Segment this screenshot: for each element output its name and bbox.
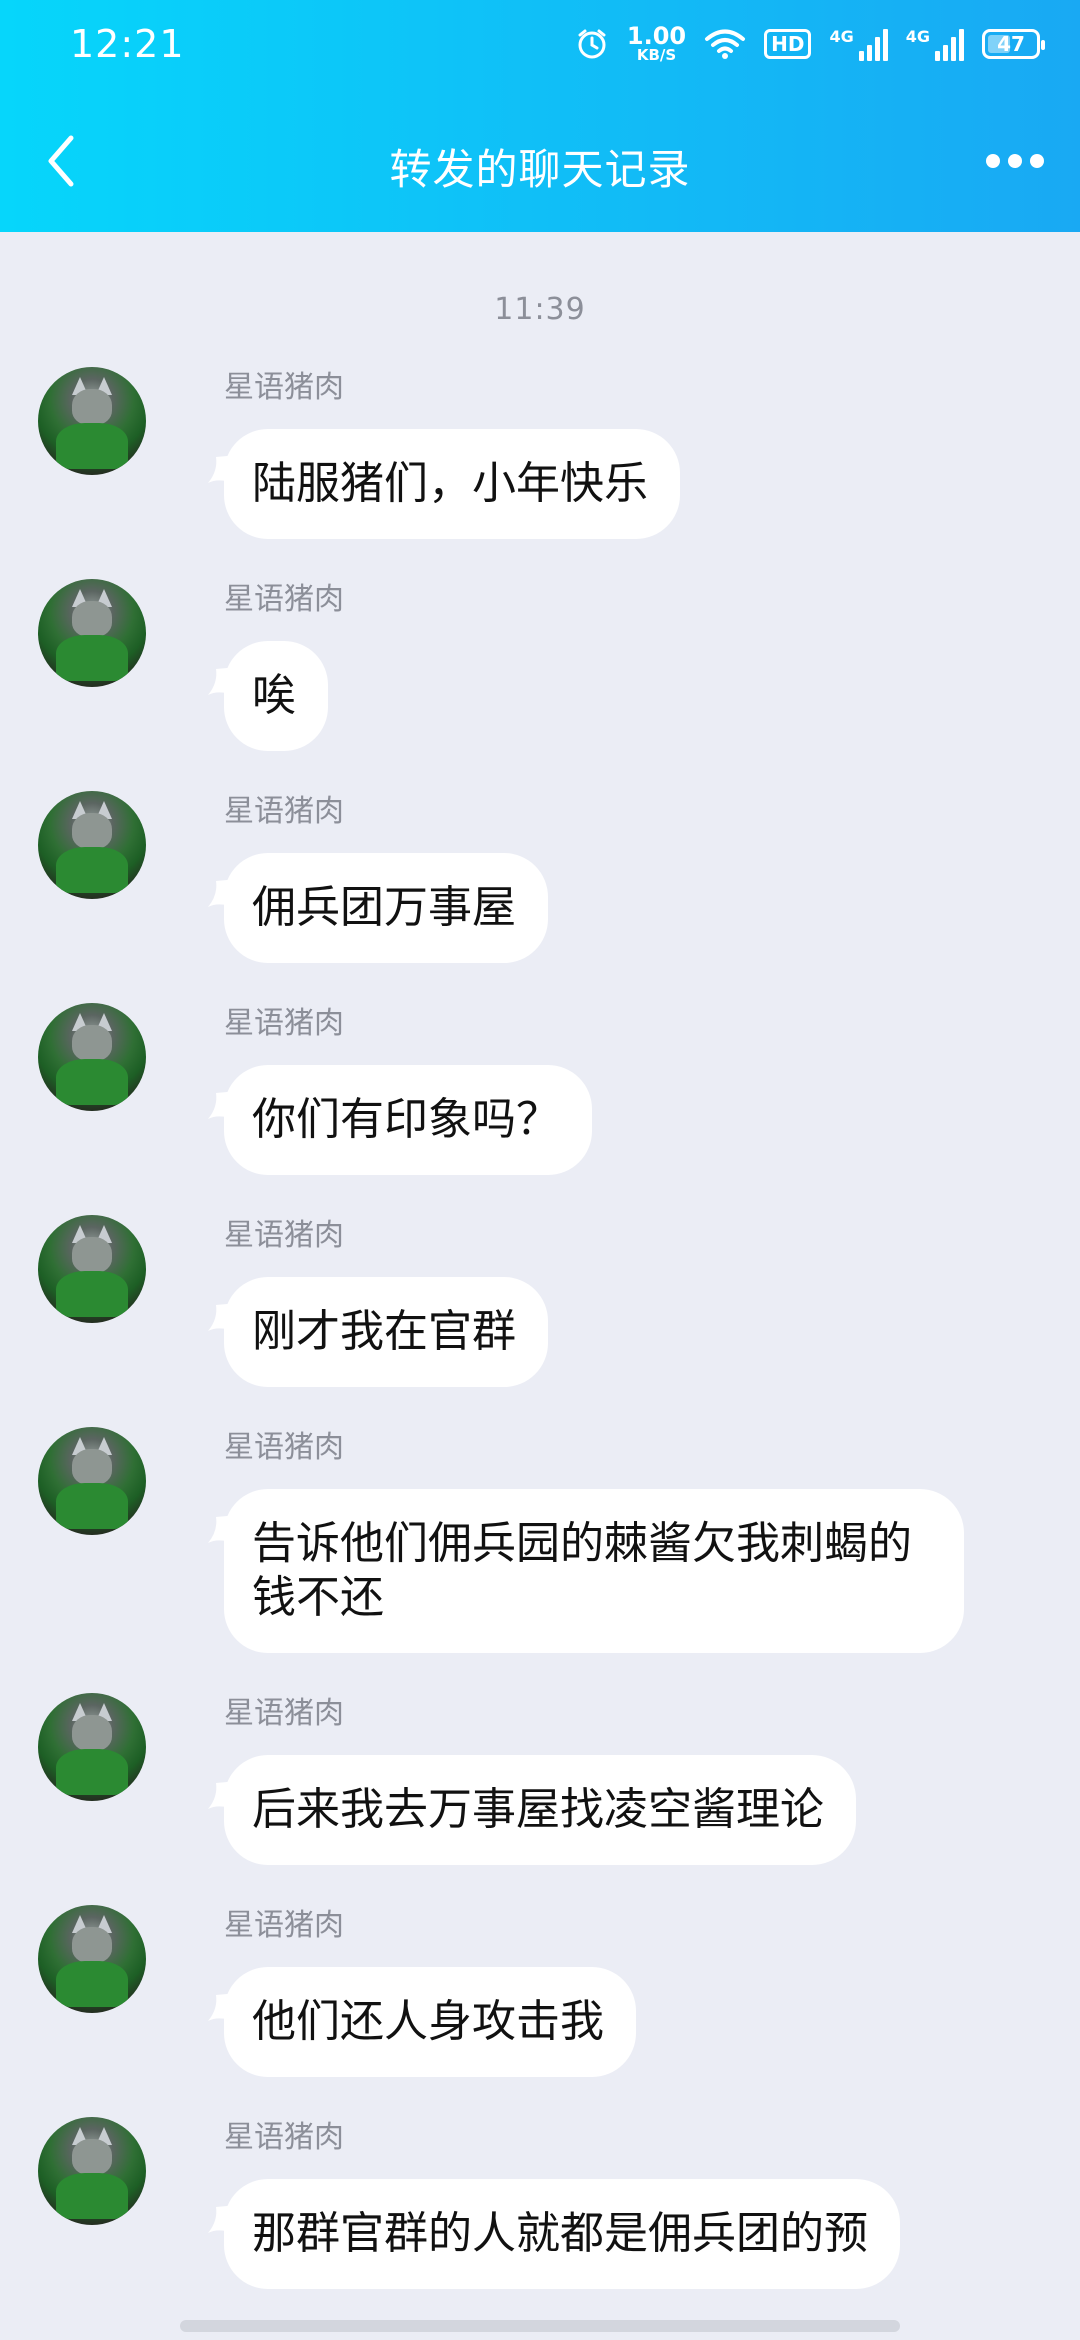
message-body: 星语猪肉 他们还人身攻击我 (208, 1905, 636, 2077)
sender-name: 星语猪肉 (224, 1430, 344, 1465)
signal-label: 4G (905, 26, 930, 46)
message-body: 星语猪肉 陆服猪们，小年快乐 (208, 367, 680, 539)
sender-name: 星语猪肉 (224, 370, 344, 405)
message-body: 星语猪肉 刚才我在官群 (208, 1215, 548, 1387)
net-speed-value: 1.00 (626, 22, 687, 50)
sender-name: 星语猪肉 (224, 1218, 344, 1253)
avatar[interactable] (38, 2117, 146, 2225)
status-bar: 12:21 1.00 KB/S HD 4G 4G 47 (0, 0, 1080, 96)
signal-icon: 4G (829, 26, 888, 61)
avatar[interactable] (38, 791, 146, 899)
message-item: 星语猪肉 后来我去万事屋找凌空酱理论 (0, 1693, 1080, 1865)
message-item: 星语猪肉 唉 (0, 579, 1080, 751)
message-item: 星语猪肉 那群官群的人就都是佣兵团的预 (0, 2117, 1080, 2289)
message-body: 星语猪肉 唉 (208, 579, 344, 751)
message-body: 星语猪肉 你们有印象吗？ (208, 1003, 592, 1175)
header: 12:21 1.00 KB/S HD 4G 4G 47 转发的聊天记录 (0, 0, 1080, 232)
avatar[interactable] (38, 579, 146, 687)
avatar[interactable] (38, 1003, 146, 1111)
sender-name: 星语猪肉 (224, 1696, 344, 1731)
battery-icon: 47 (982, 28, 1045, 59)
wifi-icon (704, 28, 746, 60)
avatar[interactable] (38, 367, 146, 475)
message-bubble[interactable]: 陆服猪们，小年快乐 (224, 429, 680, 539)
message-bubble[interactable]: 那群官群的人就都是佣兵团的预 (224, 2179, 900, 2289)
hd-icon: HD (764, 28, 812, 59)
alarm-icon (575, 27, 609, 61)
chat-area[interactable]: 11:39 星语猪肉 陆服猪们，小年快乐 星语猪肉 唉 星语猪肉 佣兵团万事屋 … (0, 232, 1080, 2340)
message-body: 星语猪肉 告诉他们佣兵园的棘酱欠我刺蝎的钱不还 (208, 1427, 964, 1653)
message-body: 星语猪肉 后来我去万事屋找凌空酱理论 (208, 1693, 856, 1865)
signal-label: 4G (829, 26, 854, 46)
title-bar: 转发的聊天记录 (0, 96, 1080, 232)
message-bubble[interactable]: 告诉他们佣兵园的棘酱欠我刺蝎的钱不还 (224, 1489, 964, 1653)
signal-icon: 4G (906, 27, 964, 61)
message-item: 星语猪肉 你们有印象吗？ (0, 1003, 1080, 1175)
net-speed: 1.00 KB/S (627, 24, 686, 63)
sender-name: 星语猪肉 (224, 2120, 344, 2155)
message-body: 星语猪肉 佣兵团万事屋 (208, 791, 548, 963)
message-bubble[interactable]: 后来我去万事屋找凌空酱理论 (224, 1755, 856, 1865)
message-item: 星语猪肉 刚才我在官群 (0, 1215, 1080, 1387)
message-item: 星语猪肉 陆服猪们，小年快乐 (0, 367, 1080, 539)
sender-name: 星语猪肉 (224, 794, 344, 829)
sender-name: 星语猪肉 (224, 582, 344, 617)
sender-name: 星语猪肉 (224, 1908, 344, 1943)
message-item: 星语猪肉 佣兵团万事屋 (0, 791, 1080, 963)
message-bubble[interactable]: 佣兵团万事屋 (224, 853, 548, 963)
avatar[interactable] (38, 1905, 146, 2013)
page-title: 转发的聊天记录 (389, 145, 691, 194)
status-icons: 1.00 KB/S HD 4G 4G 47 (575, 24, 1045, 63)
message-bubble[interactable]: 他们还人身攻击我 (224, 1967, 636, 2077)
message-item: 星语猪肉 告诉他们佣兵园的棘酱欠我刺蝎的钱不还 (0, 1427, 1080, 1653)
more-dots-icon (986, 154, 1044, 168)
status-time: 12:21 (70, 22, 185, 66)
net-speed-unit: KB/S (636, 46, 677, 64)
message-bubble[interactable]: 唉 (224, 641, 328, 751)
sender-name: 星语猪肉 (224, 1006, 344, 1041)
chat-history-screen: 12:21 1.00 KB/S HD 4G 4G 47 转发的聊天记录 11:3… (0, 0, 1080, 2340)
message-item: 星语猪肉 他们还人身攻击我 (0, 1905, 1080, 2077)
more-button[interactable] (980, 136, 1050, 186)
message-bubble[interactable]: 刚才我在官群 (224, 1277, 548, 1387)
home-indicator[interactable] (180, 2320, 900, 2332)
message-list: 星语猪肉 陆服猪们，小年快乐 星语猪肉 唉 星语猪肉 佣兵团万事屋 星语猪肉 你… (0, 367, 1080, 2289)
chat-timestamp: 11:39 (494, 292, 586, 327)
avatar[interactable] (38, 1215, 146, 1323)
battery-percent: 47 (997, 31, 1025, 56)
message-body: 星语猪肉 那群官群的人就都是佣兵团的预 (208, 2117, 900, 2289)
avatar[interactable] (38, 1693, 146, 1801)
message-bubble[interactable]: 你们有印象吗？ (224, 1065, 592, 1175)
avatar[interactable] (38, 1427, 146, 1535)
